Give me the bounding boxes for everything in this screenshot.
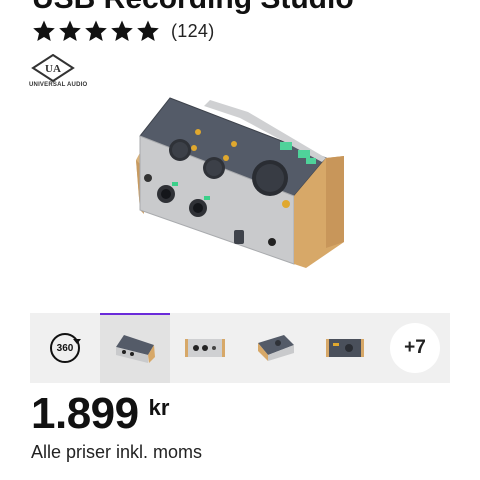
thumbnail-image — [116, 335, 155, 363]
svg-text:UA: UA — [45, 63, 61, 75]
price: 1.899 kr — [31, 389, 169, 439]
rotate-360-icon: 360 — [50, 333, 81, 363]
thumbnail-3[interactable] — [240, 313, 310, 383]
rating-count[interactable]: (124) — [171, 21, 215, 42]
price-vat-note: Alle priser inkl. moms — [31, 442, 203, 462]
more-images-button[interactable]: +7 — [390, 323, 440, 373]
view-360-button[interactable]: 360 — [30, 313, 100, 383]
thumbnail-1[interactable] — [100, 313, 170, 383]
thumbnail-image — [185, 339, 225, 357]
thumbnail-4[interactable] — [310, 313, 380, 383]
star-icon — [111, 20, 133, 41]
price-value: 1.899 — [31, 389, 139, 438]
product-main-image[interactable] — [130, 92, 350, 272]
brand-name: UNIVERSAL AUDIO — [29, 82, 88, 88]
star-icon — [59, 20, 81, 41]
rating-stars — [32, 19, 160, 43]
thumbnail-image — [326, 339, 364, 357]
thumbnail-image — [258, 335, 294, 361]
product-rating[interactable]: (124) — [32, 19, 215, 43]
star-icon — [33, 20, 55, 41]
brand-logo[interactable]: UA UNIVERSAL AUDIO — [29, 54, 88, 90]
star-icon — [137, 20, 159, 41]
universal-audio-logo-icon: UA — [31, 54, 75, 82]
thumbnail-2[interactable] — [170, 313, 240, 383]
image-thumbnail-strip: 360 +7 — [30, 313, 450, 383]
product-title: USB Recording Studio — [32, 0, 354, 16]
star-icon — [85, 20, 107, 41]
price-currency: kr — [148, 395, 170, 420]
